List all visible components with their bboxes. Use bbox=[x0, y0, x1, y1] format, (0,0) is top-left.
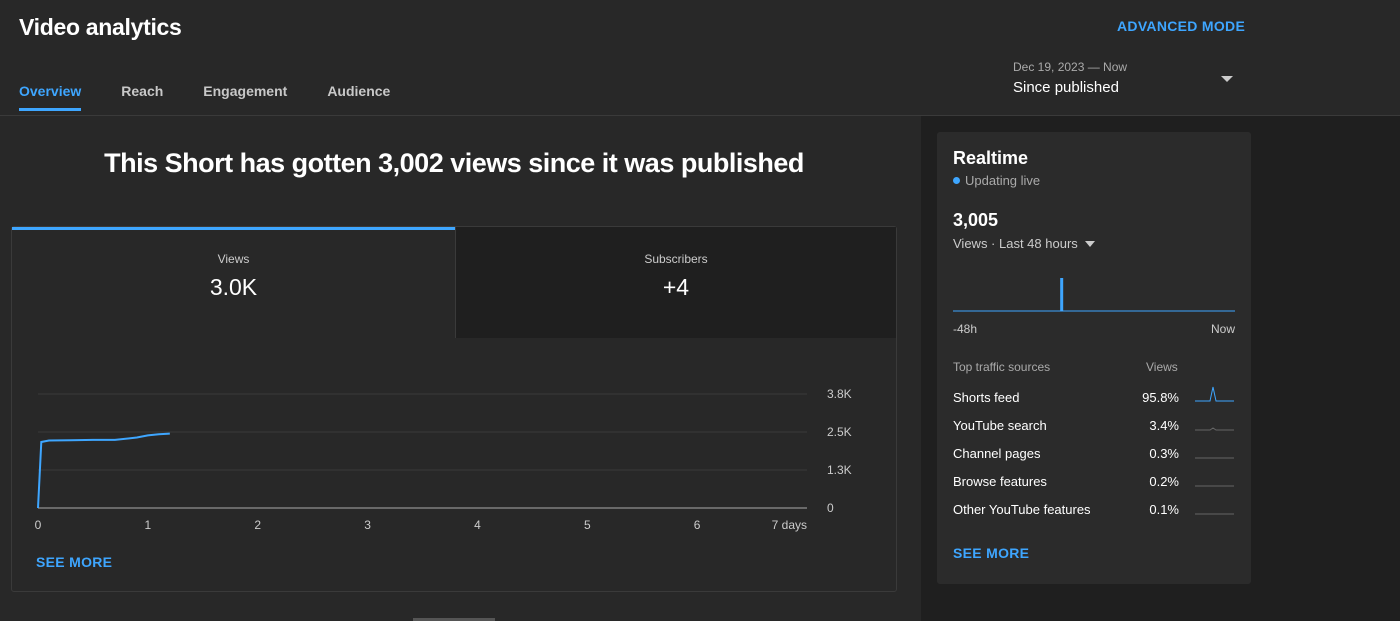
sparkline-path bbox=[1195, 386, 1234, 402]
metrics-card: Views 3.0K Subscribers +4 0 1.3K 2.5K 3.8K 0… bbox=[11, 226, 897, 592]
traffic-source-row: Channel pages 0.3% bbox=[953, 446, 1235, 466]
realtime-see-more-button[interactable]: SEE MORE bbox=[953, 545, 1029, 561]
see-more-button[interactable]: SEE MORE bbox=[36, 554, 112, 570]
x-tick-label: 4 bbox=[474, 518, 481, 532]
axis-start-label: -48h bbox=[953, 322, 978, 336]
x-tick-label: 2 bbox=[254, 518, 261, 532]
views-series-line bbox=[37, 432, 170, 509]
traffic-source-row: YouTube search 3.4% bbox=[953, 418, 1235, 438]
x-tick-label: 0 bbox=[35, 518, 42, 532]
histogram-bar bbox=[1060, 278, 1064, 311]
tab-reach[interactable]: Reach bbox=[121, 83, 163, 111]
x-tick-label: 3 bbox=[364, 518, 371, 532]
traffic-source-row: Other YouTube features 0.1% bbox=[953, 502, 1235, 522]
traffic-source-percent: 0.2% bbox=[1149, 474, 1179, 489]
date-range-text: Dec 19, 2023 — Now bbox=[1013, 60, 1128, 74]
tab-bar: Overview Reach Engagement Audience bbox=[19, 83, 430, 111]
y-tick-label: 3.8K bbox=[827, 387, 852, 401]
y-tick-label: 2.5K bbox=[827, 425, 852, 439]
headline: This Short has gotten 3,002 views since … bbox=[104, 148, 804, 178]
traffic-sparkline bbox=[1195, 386, 1234, 402]
realtime-histogram bbox=[953, 278, 1235, 312]
x-tick-label: 1 bbox=[145, 518, 152, 532]
traffic-source-name: Shorts feed bbox=[953, 390, 1020, 405]
tab-engagement[interactable]: Engagement bbox=[203, 83, 287, 111]
traffic-source-percent: 0.1% bbox=[1149, 502, 1179, 517]
tab-overview[interactable]: Overview bbox=[19, 83, 82, 111]
realtime-card: Realtime Updating live 3,005 Views · Las… bbox=[937, 132, 1251, 584]
traffic-source-percent: 3.4% bbox=[1149, 418, 1179, 433]
x-tick-label: 6 bbox=[694, 518, 701, 532]
x-tick-label: 5 bbox=[584, 518, 591, 532]
traffic-source-name: Browse features bbox=[953, 474, 1047, 489]
traffic-source-percent: 95.8% bbox=[1142, 390, 1179, 405]
traffic-source-name: YouTube search bbox=[953, 418, 1047, 433]
traffic-sparkline bbox=[1195, 485, 1234, 487]
axis-end-label: Now bbox=[1210, 322, 1235, 336]
date-range-selection: Since published bbox=[1013, 79, 1119, 96]
y-tick-label: 0 bbox=[827, 501, 834, 515]
x-tick-label: 7 days bbox=[772, 518, 807, 532]
traffic-source-row: Shorts feed 95.8% bbox=[953, 386, 1235, 410]
traffic-source-row: Browse features 0.2% bbox=[953, 474, 1235, 494]
sparkline-path bbox=[1195, 427, 1234, 431]
views-header: Views bbox=[1146, 360, 1178, 374]
views-line-chart: 0 1.3K 2.5K 3.8K 0 1 2 3 4 5 6 7 days bbox=[35, 387, 852, 532]
traffic-sparkline bbox=[1195, 427, 1234, 431]
caret-down-icon bbox=[1221, 76, 1233, 82]
traffic-source-name: Other YouTube features bbox=[953, 502, 1091, 517]
traffic-sources-header: Top traffic sources bbox=[953, 360, 1051, 374]
traffic-source-percent: 0.3% bbox=[1149, 446, 1179, 461]
tab-audience[interactable]: Audience bbox=[327, 83, 390, 111]
advanced-mode-button[interactable]: ADVANCED MODE bbox=[1117, 18, 1245, 34]
y-tick-label: 1.3K bbox=[827, 463, 852, 477]
date-range-dropdown[interactable]: Dec 19, 2023 — Now Since published bbox=[1013, 60, 1235, 96]
page-title: Video analytics bbox=[19, 14, 182, 40]
traffic-sparkline bbox=[1195, 513, 1234, 515]
traffic-sparkline bbox=[1195, 457, 1234, 459]
header: Video analytics ADVANCED MODE Overview R… bbox=[0, 0, 1400, 116]
traffic-source-name: Channel pages bbox=[953, 446, 1041, 461]
